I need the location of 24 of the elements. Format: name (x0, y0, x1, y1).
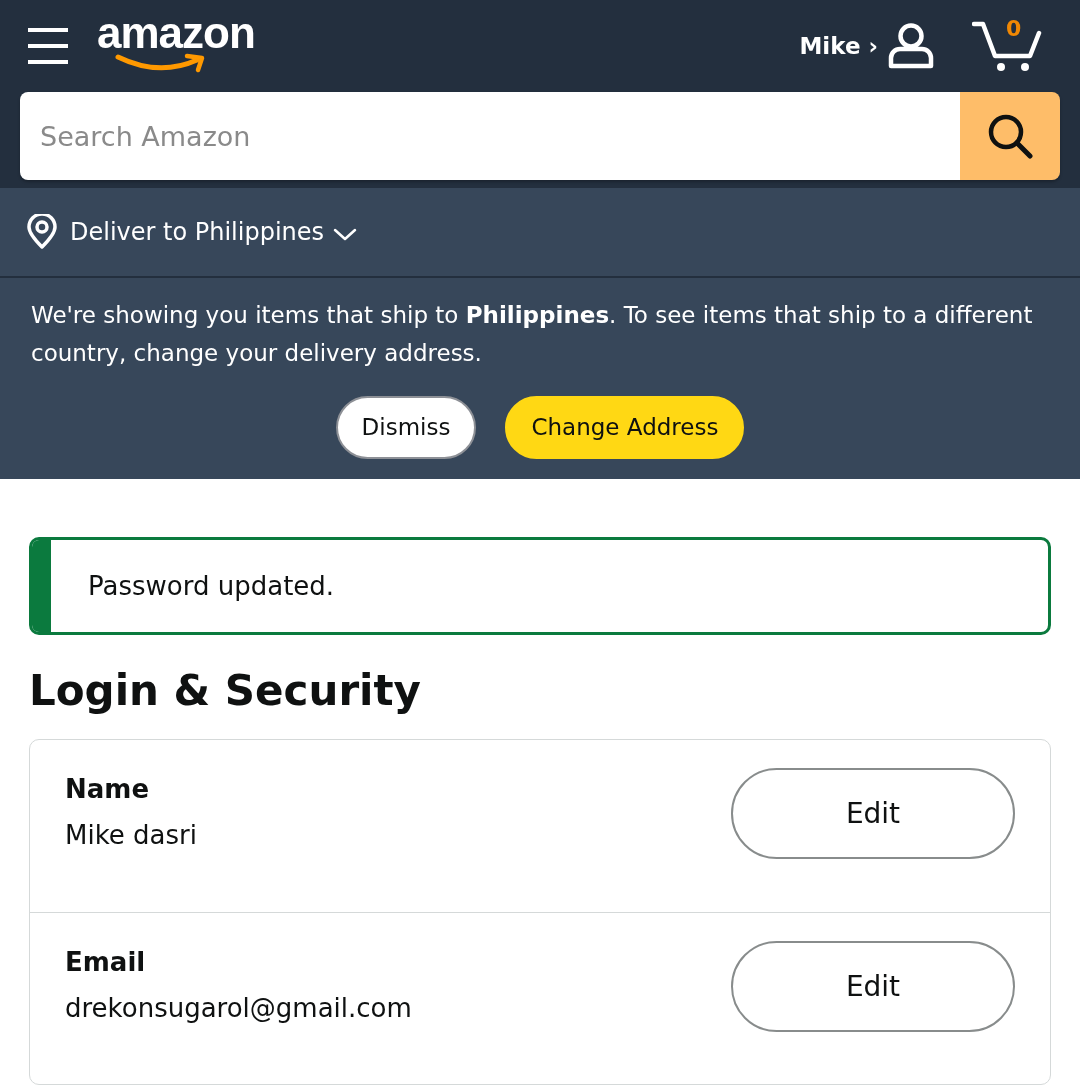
account-link[interactable]: Mike › (799, 28, 878, 64)
cart-count: 0 (1006, 15, 1022, 43)
location-notice-text: We're showing you items that ship to Philippines. To see items that ship to a different country, change your delivery address. (31, 301, 1034, 368)
setting-value: drekonsugarol@gmail.com (65, 992, 412, 1025)
chevron-down-icon (333, 228, 358, 242)
search-icon (987, 113, 1033, 159)
setting-value: Mike dasri (65, 819, 197, 852)
logo-wordmark[interactable]: amazon (97, 11, 255, 55)
page-title: Login & Security (29, 665, 422, 717)
setting-label: Email (65, 946, 147, 979)
edit-button[interactable]: Edit (731, 941, 1015, 1032)
menu-icon[interactable] (28, 28, 68, 64)
deliver-to-link[interactable]: Deliver to Philippines (26, 214, 358, 250)
location-pin-icon (26, 214, 58, 250)
change-address-button[interactable]: Change Address (505, 396, 745, 459)
user-icon[interactable] (886, 23, 936, 69)
smile-arrow-icon (115, 53, 207, 73)
cart-icon[interactable] (972, 19, 1042, 73)
edit-button[interactable]: Edit (731, 768, 1015, 859)
search-field[interactable]: Search Amazon (20, 92, 960, 180)
search-button[interactable] (960, 92, 1060, 180)
dismiss-button[interactable]: Dismiss (335, 396, 477, 459)
alert-message: Password updated. (88, 569, 335, 603)
setting-label: Name (65, 773, 151, 806)
